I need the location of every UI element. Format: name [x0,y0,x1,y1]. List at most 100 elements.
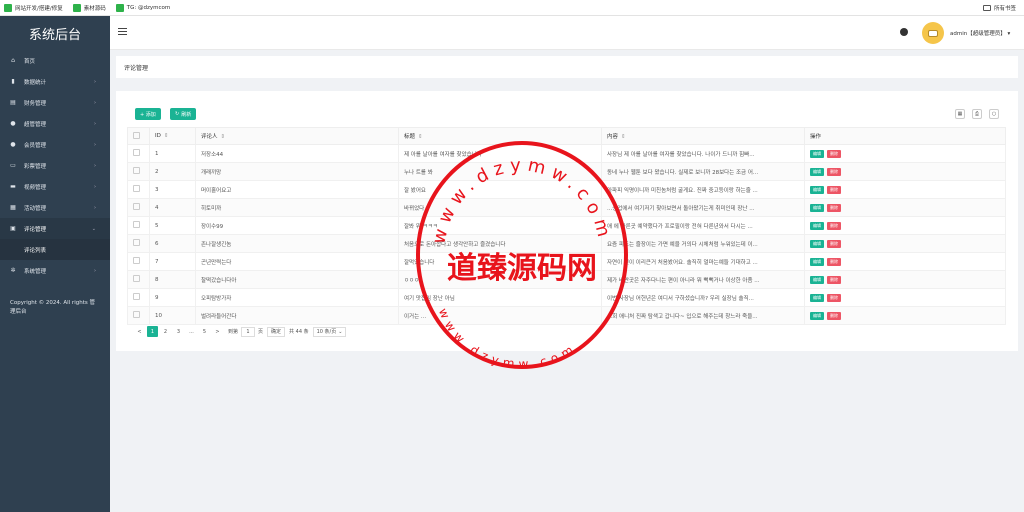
row-checkbox[interactable] [133,167,140,174]
column-header-content[interactable]: 内容 ⇕ [601,127,805,145]
table-body: 1 저장소44 제 아를 날아를 여자를 찾았습니다 사장님 제 아를 날아를 여자를… [127,144,1006,325]
column-header-id[interactable]: ID ⇕ [149,127,196,145]
commenter-cell: 머이홀어요고 [195,180,399,199]
delete-button[interactable]: 删除 [827,293,841,302]
content-cell: 제가 비싼곳은 자주다니는 편이 아니라 뭐 뻑뻑거나 이상한 아좀 ... [601,270,805,289]
edit-button[interactable]: 编辑 [810,311,824,320]
sidebar-item-members[interactable]: ● 会员管理 › [0,134,110,155]
title-cell: 누나 트를 봐 [398,162,602,181]
bookmark-item[interactable]: 素材源码 [72,3,106,12]
actions-cell: 编辑 删除 [804,198,1006,217]
edit-button[interactable]: 编辑 [810,185,824,194]
row-checkbox[interactable] [133,221,140,228]
actions-cell: 编辑 删除 [804,180,1006,199]
edit-button[interactable]: 编辑 [810,149,824,158]
row-checkbox[interactable] [133,149,140,156]
page-size-select[interactable]: 10 条/页 ⌄ [312,326,347,337]
chevron-right-icon: › [94,120,96,127]
user-menu[interactable]: admin【超级管理员】 ▾ [950,29,1010,37]
prev-page-button[interactable]: < [134,326,145,337]
row-checkbox[interactable] [133,203,140,210]
row-checkbox[interactable] [133,185,140,192]
print-icon[interactable]: ⎙ [972,109,982,119]
all-bookmarks-button[interactable]: 所有书签 [982,4,1016,12]
sidebar-item-lottery[interactable]: ▭ 彩票管理 › [0,155,110,176]
columns-icon[interactable]: ▦ [955,109,965,119]
delete-button[interactable]: 删除 [827,239,841,248]
sidebar-item-comments[interactable]: ▣ 评论管理 ⌄ [0,218,110,239]
select-all-checkbox[interactable] [133,131,140,139]
bookmark-item[interactable]: 网站开发/搭建/修复 [4,3,63,12]
bookmark-item[interactable]: TG: @dzymcom [115,3,170,12]
edit-button[interactable]: 编辑 [810,239,824,248]
delete-button[interactable]: 删除 [827,311,841,320]
id-cell: 1 [149,144,196,163]
title-cell: ㅇㅇㅇ [398,270,602,289]
delete-button[interactable]: 删除 [827,167,841,176]
actions-cell: 编辑 删除 [804,288,1006,307]
finance-icon: ▤ [10,99,16,106]
actions-cell: 编辑 删除 [804,162,1006,181]
row-select-cell [127,180,150,199]
edit-button[interactable]: 编辑 [810,203,824,212]
page-button[interactable]: 5 [199,326,210,337]
page-button[interactable]: 3 [173,326,184,337]
avatar[interactable] [922,22,944,44]
sidebar-item-admin[interactable]: ● 超管管理 › [0,113,110,134]
row-checkbox[interactable] [133,257,140,264]
sidebar-subitem-comment-list[interactable]: 评论列表 [0,239,110,260]
search-toggle-icon[interactable]: ○ [989,109,999,119]
page-button[interactable]: 2 [160,326,171,337]
content-cell: 동네 누나 웹툰 보다 왔습니다. 실제로 보니까 28보다는 조금 어... [601,162,805,181]
goto-page-input[interactable]: 1 [241,326,256,337]
commenter-cell: 히토미까 [195,198,399,217]
edit-button[interactable]: 编辑 [810,275,824,284]
add-button[interactable]: + 添加 [135,108,161,120]
sidebar-item-stats[interactable]: ▮ 数据统计 › [0,71,110,92]
row-checkbox[interactable] [133,275,140,282]
select-all-cell [127,127,150,145]
chevron-right-icon: › [94,183,96,190]
sidebar-item-finance[interactable]: ▤ 财务管理 › [0,92,110,113]
row-checkbox[interactable] [133,239,140,246]
chevron-right-icon: › [94,162,96,169]
id-cell: 9 [149,288,196,307]
row-checkbox[interactable] [133,293,140,300]
delete-button[interactable]: 删除 [827,257,841,266]
edit-button[interactable]: 编辑 [810,293,824,302]
page-button[interactable]: 1 [147,326,158,337]
commenter-cell: 찰떡갔습니다아 [195,270,399,289]
delete-button[interactable]: 删除 [827,275,841,284]
delete-button[interactable]: 删除 [827,221,841,230]
column-header-title[interactable]: 标题 ⇕ [398,127,602,145]
refresh-button[interactable]: ↻ 刷新 [170,108,197,120]
theme-palette-icon[interactable] [900,28,908,36]
delete-button[interactable]: 删除 [827,149,841,158]
sidebar-item-video[interactable]: ▬ 视频管理 › [0,176,110,197]
commenter-cell: 개래끼망 [195,162,399,181]
id-cell: 7 [149,252,196,271]
column-header-actions: 操作 [804,127,1006,145]
comment-table: ID ⇕ 评论人 ⇕ 标题 ⇕ 内容 ⇕ 操作 1 저장소44 제 아를 날아를 여자를 찾… [127,127,1006,325]
edit-button[interactable]: 编辑 [810,167,824,176]
table-row: 7 곤년만력는다 잘먹었습니다 자연이 젖이 이리큰거 처음봤어요. 솔직히 얼마는예… [127,252,1006,271]
video-icon: ▬ [10,183,16,190]
next-page-button[interactable]: > [212,326,223,337]
table-row: 8 찰떡갔습니다아 ㅇㅇㅇ 제가 비싼곳은 자주다니는 편이 아니라 뭐 뻑뻑거나 이… [127,270,1006,289]
sidebar-item-home[interactable]: ⌂ 首页 [0,50,110,71]
chevron-right-icon: › [94,99,96,106]
row-checkbox[interactable] [133,311,140,318]
menu-toggle-icon[interactable] [118,28,127,35]
goto-confirm-button[interactable]: 确定 [267,326,286,337]
top-bar: admin【超级管理员】 ▾ [110,16,1024,50]
sidebar-item-system[interactable]: ✲ 系统管理 › [0,260,110,281]
delete-button[interactable]: 删除 [827,185,841,194]
member-icon: ● [10,141,16,148]
delete-button[interactable]: 删除 [827,203,841,212]
edit-button[interactable]: 编辑 [810,221,824,230]
column-header-commenter[interactable]: 评论人 ⇕ [195,127,399,145]
comment-icon: ▣ [10,225,16,232]
edit-button[interactable]: 编辑 [810,257,824,266]
sidebar-item-activity[interactable]: ▦ 活动管理 › [0,197,110,218]
comment-table-card: + 添加 ↻ 刷新 ▦ ⎙ ○ ID ⇕ 评论人 ⇕ 标题 ⇕ 内容 ⇕ 操作 1 저장소4… [116,91,1018,351]
